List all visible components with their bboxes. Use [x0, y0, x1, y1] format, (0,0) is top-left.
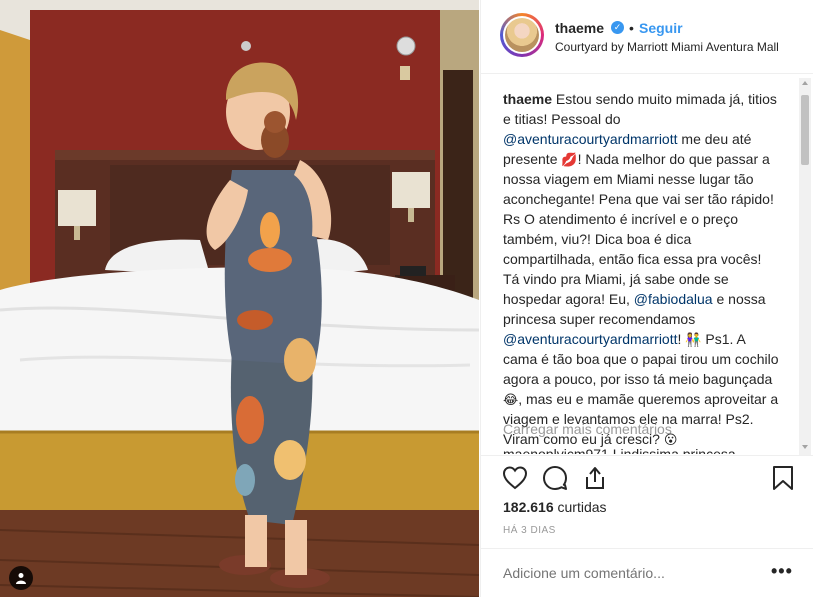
share-icon[interactable]	[581, 464, 609, 492]
separator-dot: •	[629, 20, 634, 36]
mention-link[interactable]: @aventuracourtyardmarriott	[503, 331, 678, 347]
post-caption: thaeme Estou sendo muito mimada já, titi…	[503, 89, 781, 449]
likes-label: curtidas	[557, 499, 607, 515]
scroll-down-arrow-icon[interactable]	[802, 445, 808, 449]
mention-link[interactable]: @aventuracourtyardmarriott	[503, 131, 678, 147]
comment-item: maenoplvicm971 Lindissima princesa	[503, 446, 736, 454]
bookmark-icon[interactable]	[769, 464, 797, 492]
photo-illustration	[0, 0, 479, 597]
follow-button[interactable]: Seguir	[639, 20, 683, 36]
likes-number: 182.616	[503, 499, 554, 515]
comment-icon[interactable]	[541, 464, 569, 492]
post-photo[interactable]	[0, 0, 479, 597]
scroll-up-arrow-icon[interactable]	[802, 81, 808, 85]
caption-text: , mas eu e mamãe queremos aproveitar a v…	[503, 391, 779, 447]
caption-author[interactable]: thaeme	[503, 91, 552, 107]
location-link[interactable]: Courtyard by Marriott Miami Aventura Mal…	[555, 40, 779, 54]
laughing-emoji: 😂	[503, 393, 519, 408]
post-side-panel: thaeme ✓ • Seguir Courtyard by Marriott …	[480, 0, 813, 597]
post-header: thaeme ✓ • Seguir Courtyard by Marriott …	[481, 0, 813, 74]
avatar[interactable]	[500, 13, 544, 57]
caption-text: !	[677, 331, 686, 347]
verified-badge-icon: ✓	[611, 21, 624, 34]
mention-link[interactable]: @fabiodalua	[634, 291, 713, 307]
person-icon	[16, 573, 26, 584]
add-comment-bar: •••	[481, 548, 813, 598]
comment-input[interactable]	[503, 565, 743, 581]
username-link[interactable]: thaeme	[555, 20, 604, 36]
post-timestamp[interactable]: HÁ 3 DIAS	[503, 525, 556, 536]
scrollbar-thumb[interactable]	[801, 95, 809, 165]
post-actions: 182.616 curtidas HÁ 3 DIAS	[481, 455, 813, 556]
caption-text: ! Nada melhor do que passar a nossa viag…	[503, 151, 774, 307]
couple-emoji: 👫	[685, 333, 702, 348]
heart-icon[interactable]	[501, 464, 529, 492]
tagged-user-button[interactable]	[9, 566, 33, 590]
likes-count[interactable]: 182.616 curtidas	[503, 499, 607, 515]
kiss-emoji: 💋	[561, 153, 578, 168]
more-options-button[interactable]: •••	[771, 561, 793, 582]
comments-section: thaeme Estou sendo muito mimada já, titi…	[481, 74, 813, 454]
instagram-post: thaeme ✓ • Seguir Courtyard by Marriott …	[0, 0, 813, 597]
load-more-comments-button[interactable]: Carregar mais comentários	[503, 421, 672, 437]
